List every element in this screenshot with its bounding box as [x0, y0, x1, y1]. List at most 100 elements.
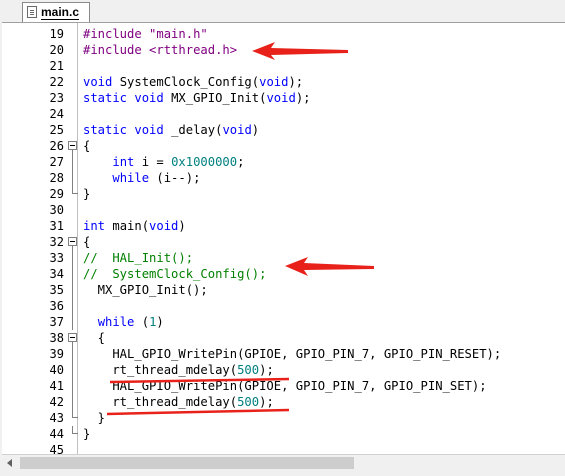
line-number: 44: [49, 427, 64, 441]
scroll-left-arrow-icon[interactable]: [2, 455, 18, 471]
code-text: int main(void): [83, 218, 186, 234]
line-number: 40: [49, 363, 64, 377]
code-text: HAL_GPIO_WritePin(GPIOE, GPIO_PIN_7, GPI…: [83, 378, 487, 394]
line-number: 38: [49, 331, 64, 345]
code-text: // SystemClock_Config();: [83, 266, 266, 282]
code-text: int i = 0x1000000;: [83, 154, 244, 170]
code-token: (: [134, 315, 150, 329]
line-number: 29: [49, 187, 64, 201]
code-line-38[interactable]: 38 {: [2, 330, 565, 346]
code-line-28[interactable]: 28 while (i--);: [2, 170, 565, 186]
code-text: void SystemClock_Config(void);: [83, 74, 303, 90]
line-number: 34: [49, 267, 64, 281]
tab-main-c[interactable]: main.c: [22, 2, 90, 22]
code-token: // HAL_Init();: [83, 251, 194, 265]
code-token: HAL_GPIO_WritePin(GPIOE, GPIO_PIN_7, GPI…: [83, 347, 502, 361]
line-number: 28: [49, 171, 64, 185]
code-line-22[interactable]: 22 void SystemClock_Config(void);: [2, 74, 565, 90]
fold-guide: [72, 394, 73, 410]
code-line-35[interactable]: 35 MX_GPIO_Init();: [2, 282, 565, 298]
fold-guide: [72, 346, 73, 362]
code-line-40[interactable]: 40 rt_thread_mdelay(500);: [2, 362, 565, 378]
code-text: {: [83, 138, 90, 154]
line-number: 27: [49, 155, 64, 169]
code-token: void: [266, 91, 296, 105]
code-editor[interactable]: 19 #include "main.h" 20 #include <rtthread.…: [2, 22, 565, 455]
code-text: static void MX_GPIO_Init(void);: [83, 90, 311, 106]
code-line-20[interactable]: 20 #include <rtthread.h>: [2, 42, 565, 58]
code-token: (i--);: [149, 171, 201, 185]
code-token: 500: [237, 395, 260, 409]
code-line-25[interactable]: 25 static void _delay(void): [2, 122, 565, 138]
code-token: 500: [237, 363, 260, 377]
code-line-27[interactable]: 27 int i = 0x1000000;: [2, 154, 565, 170]
line-number: 30: [49, 203, 64, 217]
code-token: HAL_GPIO_WritePin(GPIOE, GPIO_PIN_7, GPI…: [83, 379, 487, 393]
code-token: SystemClock_Config(: [112, 75, 260, 89]
horizontal-scrollbar[interactable]: [2, 454, 565, 471]
code-line-21[interactable]: 21: [2, 58, 565, 74]
fold-guide: [72, 282, 73, 298]
code-token: // SystemClock_Config();: [83, 267, 267, 281]
code-line-23[interactable]: 23 static void MX_GPIO_Init(void);: [2, 90, 565, 106]
line-number: 36: [49, 299, 64, 313]
code-text: }: [83, 186, 90, 202]
fold-guide: [72, 154, 73, 170]
code-token: void: [83, 75, 113, 89]
line-number: 22: [49, 75, 64, 89]
line-number: 42: [49, 395, 64, 409]
code-line-30[interactable]: 30: [2, 202, 565, 218]
code-token: i =: [134, 155, 172, 169]
code-text: while (1): [83, 314, 164, 330]
code-token: void: [222, 123, 252, 137]
code-line-39[interactable]: 39 HAL_GPIO_WritePin(GPIOE, GPIO_PIN_7, …: [2, 346, 565, 362]
code-token: int: [83, 219, 106, 233]
code-line-19[interactable]: 19 #include "main.h": [2, 26, 565, 42]
code-token: while: [97, 315, 135, 329]
line-number: 19: [49, 27, 64, 41]
code-line-36[interactable]: 36: [2, 298, 565, 314]
code-line-33[interactable]: 33 // HAL_Init();: [2, 250, 565, 266]
code-text: {: [83, 234, 90, 250]
code-line-34[interactable]: 34 // SystemClock_Config();: [2, 266, 565, 282]
code-text: rt_thread_mdelay(500);: [83, 362, 273, 378]
code-token: ): [156, 315, 164, 329]
line-number: 33: [49, 251, 64, 265]
line-number: 20: [49, 43, 64, 57]
fold-collapse-icon[interactable]: [68, 141, 77, 150]
code-line-24[interactable]: 24: [2, 106, 565, 122]
code-line-26[interactable]: 26 {: [2, 138, 565, 154]
code-text: MX_GPIO_Init();: [83, 282, 208, 298]
code-token: void: [134, 91, 164, 105]
fold-guide: [72, 314, 73, 330]
code-line-29[interactable]: 29}: [2, 186, 565, 202]
code-token: void: [259, 75, 289, 89]
line-number: 24: [49, 107, 64, 121]
line-number: 43: [49, 411, 64, 425]
code-text: #include "main.h": [83, 26, 208, 42]
fold-collapse-icon[interactable]: [68, 333, 77, 342]
code-token: rt_thread_mdelay(: [83, 363, 238, 377]
code-text: static void _delay(void): [83, 122, 259, 138]
code-line-31[interactable]: 31 int main(void): [2, 218, 565, 234]
code-line-42[interactable]: 42 rt_thread_mdelay(500);: [2, 394, 565, 410]
line-number: 35: [49, 283, 64, 297]
code-line-44[interactable]: 44}: [2, 426, 565, 442]
code-line-43[interactable]: 43 }: [2, 410, 565, 426]
code-token: {: [83, 139, 91, 153]
code-token: static: [83, 123, 128, 137]
line-number: 31: [49, 219, 64, 233]
code-line-32[interactable]: 32 {: [2, 234, 565, 250]
code-line-37[interactable]: 37 while (1): [2, 314, 565, 330]
code-line-41[interactable]: 41 HAL_GPIO_WritePin(GPIOE, GPIO_PIN_7, …: [2, 378, 565, 394]
code-token: );: [295, 91, 311, 105]
fold-collapse-icon[interactable]: [68, 237, 77, 246]
code-token: #include: [83, 27, 150, 41]
scrollbar-thumb[interactable]: [20, 457, 354, 469]
fold-guide: [72, 266, 73, 282]
line-number: 25: [49, 123, 64, 137]
code-token: ): [178, 219, 186, 233]
code-text: #include <rtthread.h>: [83, 42, 237, 58]
